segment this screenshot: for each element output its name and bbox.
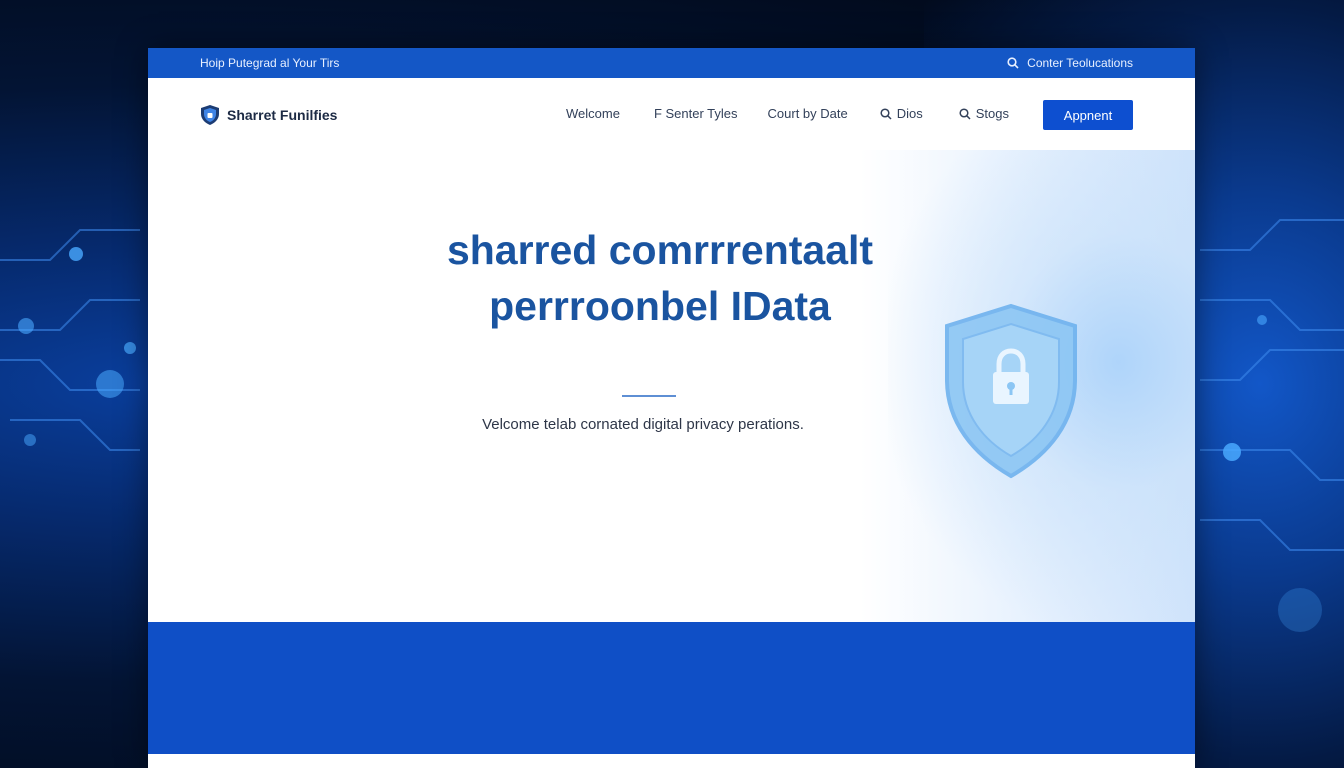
search-icon — [959, 107, 971, 120]
main-navbar: Sharret Funilfies Welcome F Senter Tyles… — [148, 78, 1195, 150]
nav-item-senter-tyles[interactable]: F Senter Tyles — [654, 106, 738, 121]
nav-item-label: F Senter Tyles — [653, 106, 738, 121]
topbar-contact[interactable]: Conter Teolucations — [1007, 56, 1133, 70]
topbar-tagline: Hoip Putegrad al Your Tirs — [200, 56, 340, 70]
brand-name: Sharret Funilfies — [227, 107, 338, 123]
bottom-strip — [148, 754, 1195, 768]
nav-item-label: Dios — [896, 106, 923, 121]
appnent-button[interactable]: Appnent — [1043, 100, 1133, 130]
search-icon — [880, 107, 892, 120]
nav-item-court-by-date[interactable]: Court by Date — [768, 106, 848, 121]
nav-item-welcome[interactable]: Welcome — [566, 106, 620, 121]
browser-window: Hoip Putegrad al Your Tirs Conter Teoluc… — [148, 48, 1195, 768]
hero-title-line-1: sharred comrrrentaalt — [446, 227, 874, 273]
hero-divider — [622, 395, 676, 397]
contact-label: Conter Teolucations — [1027, 56, 1133, 70]
nav-item-stogs[interactable]: Stogs — [959, 106, 1009, 121]
shield-lock-icon — [945, 303, 1077, 479]
search-icon — [1007, 57, 1019, 69]
hero-title-line-2: perrroonbel IData — [489, 283, 831, 329]
nav-item-label: Stogs — [975, 106, 1009, 121]
brand-logo[interactable]: Sharret Funilfies — [199, 104, 337, 126]
bottom-blue-band — [148, 622, 1195, 754]
nav-item-label: Welcome — [566, 106, 620, 121]
hero-title: sharred comrrrentaalt perrroonbel IData — [348, 222, 972, 334]
hero-subtitle: Velcome telab cornated digital privacy p… — [482, 416, 804, 433]
nav-links: Welcome F Senter Tyles Court by Date Dio… — [566, 106, 1009, 121]
top-info-bar: Hoip Putegrad al Your Tirs Conter Teoluc… — [148, 48, 1195, 78]
shield-logo-icon — [201, 105, 219, 125]
nav-item-dios[interactable]: Dios — [880, 106, 923, 121]
nav-item-label: Court by Date — [767, 106, 848, 121]
hero-section: sharred comrrrentaalt perrroonbel IData … — [148, 150, 1195, 622]
